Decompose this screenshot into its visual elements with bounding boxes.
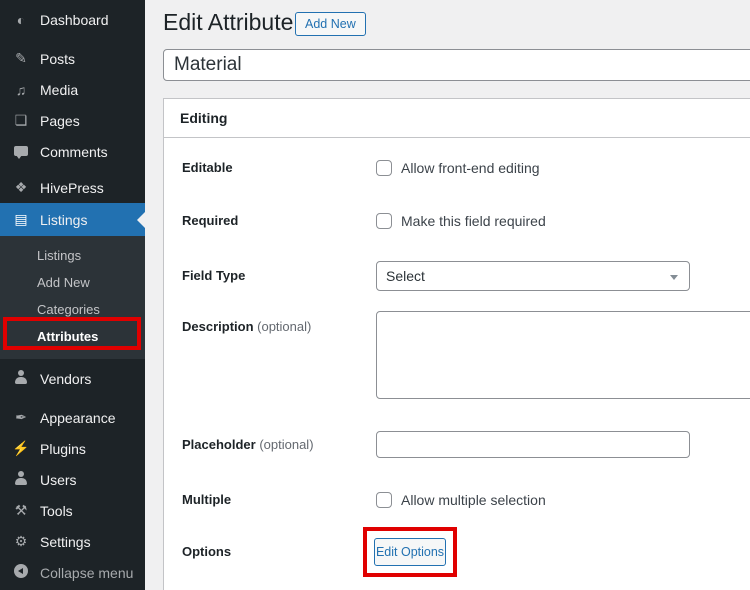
options-label: Options (182, 544, 232, 559)
chevron-down-icon (670, 275, 678, 280)
description-label: Description (optional) (182, 319, 312, 334)
listings-icon: ▤ (14, 211, 28, 227)
sidebar-item-pages[interactable]: ❏ Pages (0, 105, 145, 136)
add-new-button[interactable]: Add New (295, 12, 366, 36)
sidebar-item-collapse-menu[interactable]: Collapse menu (0, 557, 145, 588)
menu-separator (0, 35, 145, 43)
required-label: Required (182, 213, 239, 228)
sidebar-item-label: Posts (40, 50, 76, 67)
appearance-icon: ✒ (15, 409, 27, 425)
menu-separator (0, 394, 145, 402)
vendors-icon (11, 370, 31, 387)
hivepress-icon: ❖ (14, 179, 28, 195)
description-textarea[interactable] (376, 311, 750, 399)
submenu-item-attributes[interactable]: Attributes (0, 323, 145, 350)
sidebar-item-hivepress[interactable]: ❖ HivePress (0, 172, 145, 203)
field-type-row: Field Type Select (164, 261, 750, 291)
main-content: Edit Attribute Add New Editing Editable … (145, 0, 750, 590)
placeholder-row: Placeholder (optional) (164, 431, 750, 458)
required-checkbox-wrap[interactable]: Make this field required (376, 213, 546, 229)
editable-label: Editable (182, 160, 233, 175)
media-icon: ♫ (15, 81, 27, 98)
posts-icon: ✎ (15, 50, 27, 66)
tools-icon: ⚒ (14, 502, 28, 518)
dashboard-icon: ◐ (16, 11, 26, 28)
sidebar-item-plugins[interactable]: ⚡ Plugins (0, 433, 145, 464)
sidebar-item-label: Comments (40, 143, 108, 160)
multiple-checkbox[interactable] (376, 492, 392, 508)
multiple-checkbox-wrap[interactable]: Allow multiple selection (376, 492, 546, 508)
placeholder-label: Placeholder (optional) (182, 437, 314, 452)
pages-icon: ❏ (14, 112, 28, 128)
editable-checkbox-wrap[interactable]: Allow front-end editing (376, 160, 540, 176)
submenu-item-add-new[interactable]: Add New (0, 269, 145, 296)
required-checkbox[interactable] (376, 213, 392, 229)
sidebar-item-label: Tools (40, 502, 73, 519)
settings-icon: ⚙ (14, 533, 28, 549)
sidebar-item-label: Plugins (40, 440, 86, 457)
multiple-checkbox-label: Allow multiple selection (401, 492, 546, 508)
sidebar-item-label: Collapse menu (40, 564, 134, 581)
sidebar-item-label: Settings (40, 533, 91, 550)
metabox-title: Editing (164, 99, 750, 138)
sidebar-item-label: HivePress (40, 179, 104, 196)
sidebar-item-label: Listings (40, 211, 88, 228)
comments-icon (11, 144, 31, 160)
sidebar-item-users[interactable]: Users (0, 464, 145, 495)
required-checkbox-label: Make this field required (401, 213, 546, 229)
admin-menu: ◐ Dashboard ✎ Posts ♫ Media ❏ Pages Comm… (0, 4, 145, 236)
placeholder-input[interactable] (376, 431, 690, 458)
plugins-icon: ⚡ (12, 440, 30, 456)
admin-sidebar: ◐ Dashboard ✎ Posts ♫ Media ❏ Pages Comm… (0, 0, 145, 590)
submenu-item-listings[interactable]: Listings (0, 242, 145, 269)
metabox-body: Editable Allow front-end editing Require… (164, 138, 750, 590)
field-type-label: Field Type (182, 268, 246, 283)
admin-menu-lower: Vendors ✒ Appearance ⚡ Plugins Users ⚒ T… (0, 363, 145, 588)
edit-options-highlight-rectangle: Edit Options (363, 527, 457, 577)
attribute-title-input[interactable] (163, 49, 750, 81)
users-icon (11, 471, 31, 488)
placeholder-optional-hint: (optional) (259, 437, 314, 452)
options-row: Options Edit Options (164, 527, 750, 577)
sidebar-item-appearance[interactable]: ✒ Appearance (0, 402, 145, 433)
sidebar-item-label: Media (40, 81, 79, 98)
sidebar-item-comments[interactable]: Comments (0, 136, 145, 167)
sidebar-item-label: Pages (40, 112, 80, 129)
sidebar-item-posts[interactable]: ✎ Posts (0, 43, 145, 74)
sidebar-item-media[interactable]: ♫ Media (0, 74, 145, 105)
field-type-selected-value: Select (386, 268, 425, 284)
listings-submenu: Listings Add New Categories Attributes (0, 236, 145, 359)
editable-checkbox[interactable] (376, 160, 392, 176)
multiple-label: Multiple (182, 492, 232, 507)
editing-metabox: Editing Editable Allow front-end editing… (163, 98, 750, 590)
sidebar-item-label: Dashboard (40, 11, 109, 28)
edit-options-button[interactable]: Edit Options (374, 538, 446, 566)
sidebar-item-dashboard[interactable]: ◐ Dashboard (0, 4, 145, 35)
sidebar-item-settings[interactable]: ⚙ Settings (0, 526, 145, 557)
field-type-select[interactable]: Select (376, 261, 690, 291)
sidebar-item-label: Users (40, 471, 77, 488)
sidebar-item-vendors[interactable]: Vendors (0, 363, 145, 394)
sidebar-item-label: Appearance (40, 409, 116, 426)
sidebar-item-listings[interactable]: ▤ Listings (0, 203, 145, 236)
submenu-item-categories[interactable]: Categories (0, 296, 145, 323)
sidebar-item-tools[interactable]: ⚒ Tools (0, 495, 145, 526)
editable-checkbox-label: Allow front-end editing (401, 160, 540, 176)
collapse-menu-icon (11, 564, 31, 581)
page-title: Edit Attribute (163, 9, 294, 35)
description-optional-hint: (optional) (257, 319, 312, 334)
sidebar-item-label: Vendors (40, 370, 92, 387)
